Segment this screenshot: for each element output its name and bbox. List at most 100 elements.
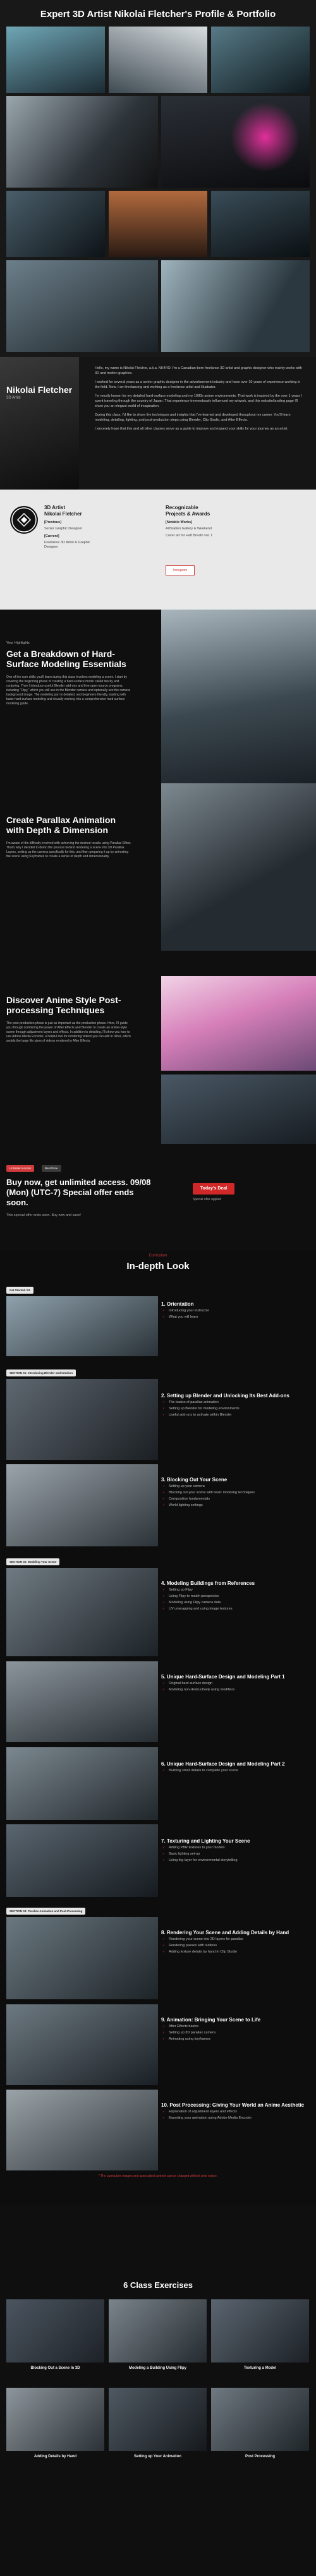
exercises-section: 6 Class Exercises Blocking Out a Scene I… [0, 2205, 316, 2576]
exercise-image [6, 2388, 104, 2451]
feature-body: The post-production phase is just as imp… [6, 1021, 131, 1043]
career-name: Nikolai Fletcher [44, 511, 82, 517]
lesson-image [6, 1747, 158, 1820]
instagram-button[interactable]: Instagram [166, 565, 195, 575]
feature-heading: Create Parallax Animation with Depth & D… [6, 815, 116, 835]
lesson-title: 8. Rendering Your Scene and Adding Detai… [161, 1930, 289, 1935]
section-label: SECTION 03: Parallax Animation and Post-… [6, 1908, 86, 1915]
lesson-image [6, 1661, 158, 1742]
exercise-label: Blocking Out a Scene In 3D [30, 2366, 80, 2370]
lesson-item: Original hard-surface design [161, 1681, 310, 1687]
bio-paragraph: I worked for several years as a senior g… [95, 380, 301, 389]
portfolio-image [161, 96, 310, 188]
lesson-title: 9. Animation: Bringing Your Scene to Lif… [161, 2017, 261, 2023]
exercise-label: Setting up Your Animation [134, 2455, 181, 2459]
lesson: 9. Animation: Bringing Your Scene to Lif… [161, 2017, 310, 2042]
feature-body: One of the core skills you'll learn duri… [6, 675, 131, 706]
awards-column: Recognizable Projects & Awards [Notable … [166, 505, 212, 538]
lesson-title: 2. Setting up Blender and Unlocking Its … [161, 1393, 289, 1399]
curriculum-eyebrow: Curriculum [149, 1254, 167, 1258]
section-label: Get Started / 01 [6, 1287, 34, 1294]
exercise-image [109, 2299, 207, 2362]
career-column: 3D Artist Nikolai Fletcher [Previous] Se… [44, 505, 101, 550]
current-role: Freelance 3D Artist & Graphic Designer [44, 541, 90, 549]
curriculum-title: In-depth Look [126, 1261, 190, 1272]
lesson-item: Blocking out your scene with basic model… [161, 1490, 310, 1496]
bio-text: Hello, my name is Nikolai Fletcher, a.k.… [95, 366, 303, 435]
feature-section: Your Highlights Get a Breakdown of Hard-… [0, 610, 316, 783]
feature-text: Create Parallax Animation with Depth & D… [6, 815, 133, 859]
lesson-item: Modeling using Flipy camera data [161, 1600, 310, 1606]
lesson: 6. Unique Hard-Surface Design and Modeli… [161, 1761, 310, 1774]
lesson-title: 10. Post Processing: Giving Your World a… [161, 2102, 305, 2108]
awards-title-2: Projects & Awards [166, 511, 210, 517]
lesson-item: After Effects basics [161, 2024, 310, 2030]
bio-paragraph: I sincerely hope that this and all other… [95, 427, 288, 431]
portfolio-image [6, 96, 158, 188]
feature-heading: Get a Breakdown of Hard-Surface Modeling… [6, 649, 126, 669]
feature-body: I'm aware of the difficulty involved wit… [6, 841, 131, 858]
feature-image [161, 610, 316, 783]
lesson-item: Modeling non-destructively using modifie… [161, 1687, 310, 1693]
lesson-image [6, 2004, 158, 2085]
career-title: 3D Artist [44, 505, 66, 510]
lesson: 4. Modeling Buildings from References Se… [161, 1580, 310, 1612]
notable-work: ArtStation Gallery & Weekend [166, 527, 212, 531]
lesson: 5. Unique Hard-Surface Design and Modeli… [161, 1674, 310, 1693]
portfolio-image [109, 27, 207, 93]
exercise-label: Modeling a Building Using Flipy [129, 2366, 186, 2370]
exercise-image [109, 2388, 207, 2451]
lesson-item: Basic lighting set-up [161, 1851, 310, 1857]
lesson-item: UV unwrapping and using image textures [161, 1606, 310, 1612]
lesson-item: Explanation of adjustment layers and eff… [161, 2109, 310, 2115]
hero-title: Expert 3D Artist Nikolai Fletcher's Prof… [40, 9, 276, 20]
instructor-name: Nikolai Fletcher [6, 385, 73, 395]
unlimited-access-badge: Unlimited Access [6, 1165, 35, 1172]
lesson-title: 4. Modeling Buildings from References [161, 1580, 255, 1586]
previous-label: [Previous] [44, 521, 61, 524]
exercise-image [211, 2299, 309, 2362]
purchase-banner: Unlimited Access Best Price Buy now, get… [0, 1156, 316, 1251]
current-label: [Current] [44, 534, 59, 538]
portfolio-image [109, 191, 207, 257]
lesson-item: Setting up Flipy [161, 1587, 310, 1593]
instructor-role: 3D Artist [6, 396, 21, 400]
lesson-image [6, 2090, 158, 2170]
feature-image [161, 976, 316, 1071]
feature-image [161, 783, 316, 951]
bio-paragraph: I'm mostly known for my detailed hard-su… [95, 394, 302, 408]
todays-deal-button[interactable]: Today's Deal [193, 1183, 234, 1195]
feature-section: Create Parallax Animation with Depth & D… [0, 783, 316, 951]
lesson-title: 3. Blocking Out Your Scene [161, 1477, 228, 1483]
lesson-item: Adding PBR textures to your models [161, 1845, 310, 1851]
lesson-title: 7. Texturing and Lighting Your Scene [161, 1838, 250, 1844]
bio-paragraph: During this class, I'd like to share the… [95, 413, 291, 422]
lesson: 1. Orientation Introducing your instruct… [161, 1301, 310, 1320]
lesson-item: Setting up 3D parallax camera [161, 2030, 310, 2036]
lesson-title: 6. Unique Hard-Surface Design and Modeli… [161, 1761, 285, 1767]
portfolio-hero: Expert 3D Artist Nikolai Fletcher's Prof… [0, 0, 316, 357]
instructor-photo [0, 357, 79, 490]
lesson: 10. Post Processing: Giving Your World a… [161, 2102, 310, 2121]
lesson-item: Introducing your instructor [161, 1308, 310, 1314]
feature-heading: Discover Anime Style Post-processing Tec… [6, 995, 121, 1015]
lesson-item: Rendering your scene into 2D layers for … [161, 1937, 310, 1942]
curriculum-note: * The curriculum images and associated c… [98, 2174, 218, 2178]
best-price-badge: Best Price [42, 1165, 61, 1172]
exercise-image [211, 2388, 309, 2451]
notable-works-label: [Notable Works] [166, 521, 193, 524]
portfolio-image [211, 27, 310, 93]
lesson-image [6, 1379, 158, 1460]
lesson-image [6, 1296, 158, 1356]
portfolio-image [6, 260, 158, 352]
feature-text: Discover Anime Style Post-processing Tec… [6, 995, 133, 1044]
feature-image [161, 1074, 316, 1144]
lesson-image [6, 1917, 158, 1999]
feature-tag: Your Highlights [6, 641, 30, 645]
exercise-image [6, 2299, 104, 2362]
section-label: SECTION 01: Introducing Blender and Intu… [6, 1369, 76, 1376]
lesson-item: The basics of parallax animation [161, 1400, 310, 1405]
portfolio-image [6, 191, 105, 257]
lesson: 2. Setting up Blender and Unlocking Its … [161, 1393, 310, 1418]
artist-logo [10, 506, 38, 534]
